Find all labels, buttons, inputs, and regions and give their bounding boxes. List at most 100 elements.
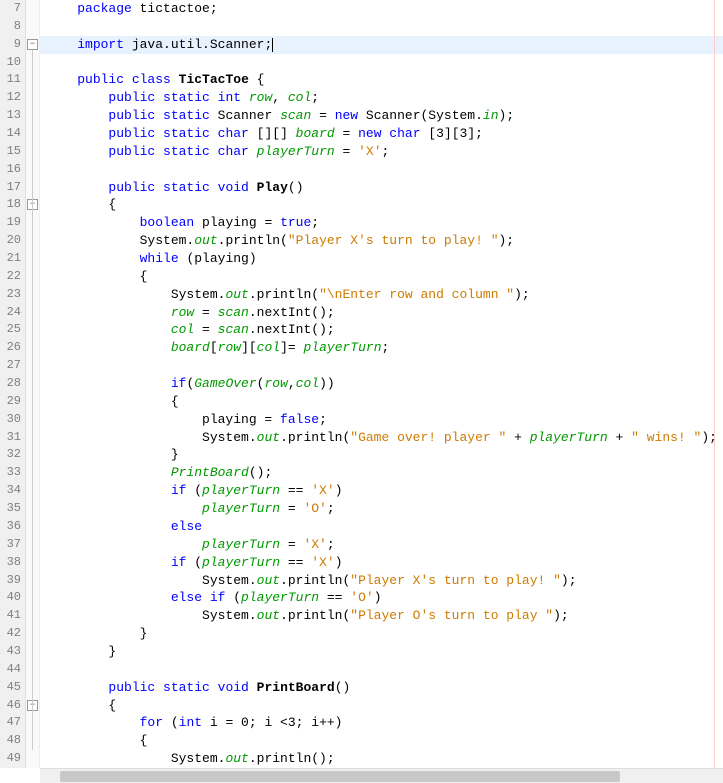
code-line[interactable]: System.out.println("Player X's turn to p…	[40, 572, 723, 590]
code-line[interactable]: else	[40, 518, 723, 536]
code-token: System.	[46, 233, 194, 248]
code-line[interactable]: board[row][col]= playerTurn;	[40, 339, 723, 357]
code-token: playerTurn	[530, 430, 608, 445]
line-number: 9	[0, 36, 21, 54]
code-line[interactable]: {	[40, 196, 723, 214]
code-line[interactable]	[40, 161, 723, 179]
line-number: 22	[0, 268, 21, 286]
code-token: public static	[108, 108, 209, 123]
line-number: 27	[0, 357, 21, 375]
code-line[interactable]	[40, 54, 723, 72]
code-line[interactable]: PrintBoard();	[40, 464, 723, 482]
code-line[interactable]: public static int row, col;	[40, 89, 723, 107]
code-token: {	[46, 733, 147, 748]
code-line[interactable]: {	[40, 732, 723, 750]
code-line[interactable]: col = scan.nextInt();	[40, 321, 723, 339]
code-token: );	[499, 108, 515, 123]
line-number: 41	[0, 607, 21, 625]
code-token: }	[46, 626, 147, 641]
code-token: false	[280, 412, 319, 427]
line-number: 43	[0, 643, 21, 661]
code-token: out	[194, 233, 217, 248]
horizontal-scrollbar[interactable]	[40, 768, 723, 783]
code-token	[249, 180, 257, 195]
code-token: =	[335, 144, 358, 159]
code-token: .println();	[249, 751, 335, 766]
code-line[interactable]: playerTurn = 'X';	[40, 536, 723, 554]
code-line[interactable]: public static void PrintBoard()	[40, 679, 723, 697]
code-line[interactable]: {	[40, 697, 723, 715]
code-token: =	[335, 126, 358, 141]
code-line[interactable]: package tictactoe;	[40, 0, 723, 18]
code-token	[46, 305, 171, 320]
code-line[interactable]: if (playerTurn == 'X')	[40, 482, 723, 500]
line-number: 12	[0, 89, 21, 107]
code-token: System.	[46, 608, 257, 623]
line-number: 23	[0, 286, 21, 304]
code-line[interactable]: System.out.println("Player O's turn to p…	[40, 607, 723, 625]
code-line[interactable]: for (int i = 0; i <3; i++)	[40, 714, 723, 732]
code-line[interactable]: public class TicTacToe {	[40, 71, 723, 89]
line-number: 14	[0, 125, 21, 143]
code-token: );	[561, 573, 577, 588]
code-line[interactable]: row = scan.nextInt();	[40, 304, 723, 322]
code-token: true	[280, 215, 311, 230]
code-line[interactable]: boolean playing = true;	[40, 214, 723, 232]
line-number: 16	[0, 161, 21, 179]
code-line[interactable]: if (playerTurn == 'X')	[40, 554, 723, 572]
code-token: board	[171, 340, 210, 355]
code-token	[46, 1, 77, 16]
code-area[interactable]: package tictactoe; import java.util.Scan…	[40, 0, 723, 768]
code-line[interactable]: if(GameOver(row,col))	[40, 375, 723, 393]
code-line[interactable]: {	[40, 268, 723, 286]
code-line[interactable]	[40, 661, 723, 679]
code-token	[46, 72, 77, 87]
code-line[interactable]: public static char [][] board = new char…	[40, 125, 723, 143]
code-token	[46, 126, 108, 141]
code-token: Scanner(System.	[358, 108, 483, 123]
code-line[interactable]: }	[40, 446, 723, 464]
line-number: 34	[0, 482, 21, 500]
code-token: new	[335, 108, 358, 123]
code-token: i = 0; i <3; i++)	[202, 715, 342, 730]
code-token: while	[140, 251, 179, 266]
line-number: 11	[0, 71, 21, 89]
line-number: 8	[0, 18, 21, 36]
code-line[interactable]: System.out.println("Game over! player " …	[40, 429, 723, 447]
code-token: =	[194, 322, 217, 337]
horizontal-scrollbar-thumb[interactable]	[60, 771, 620, 782]
code-token: .println(	[280, 573, 350, 588]
code-editor[interactable]: 7891011121314151617181920212223242526272…	[0, 0, 723, 768]
code-token: out	[225, 287, 248, 302]
code-line[interactable]: public static Scanner scan = new Scanner…	[40, 107, 723, 125]
line-number: 44	[0, 661, 21, 679]
code-token: +	[608, 430, 631, 445]
code-token: playerTurn	[303, 340, 381, 355]
fold-column[interactable]: −−−	[26, 0, 40, 768]
code-line[interactable]	[40, 357, 723, 375]
code-line[interactable]: while (playing)	[40, 250, 723, 268]
code-line[interactable]: playing = false;	[40, 411, 723, 429]
code-token: }	[46, 644, 116, 659]
code-line[interactable]: public static char playerTurn = 'X';	[40, 143, 723, 161]
code-token: scan	[280, 108, 311, 123]
code-token: if	[171, 555, 187, 570]
code-line[interactable]: System.out.println("\nEnter row and colu…	[40, 286, 723, 304]
code-token	[46, 322, 171, 337]
fold-toggle-icon[interactable]: −	[27, 39, 38, 50]
code-line[interactable]	[40, 18, 723, 36]
code-line[interactable]: System.out.println();	[40, 750, 723, 768]
code-token	[46, 483, 171, 498]
code-line[interactable]: else if (playerTurn == 'O')	[40, 589, 723, 607]
code-line[interactable]: playerTurn = 'O';	[40, 500, 723, 518]
code-token: ()	[335, 680, 351, 695]
code-line[interactable]: import java.util.Scanner;	[40, 36, 723, 54]
code-line[interactable]: {	[40, 393, 723, 411]
line-number: 25	[0, 321, 21, 339]
code-line[interactable]: public static void Play()	[40, 179, 723, 197]
code-token: {	[46, 394, 179, 409]
code-line[interactable]: System.out.println("Player X's turn to p…	[40, 232, 723, 250]
code-line[interactable]: }	[40, 643, 723, 661]
code-token: row	[249, 90, 272, 105]
code-line[interactable]: }	[40, 625, 723, 643]
